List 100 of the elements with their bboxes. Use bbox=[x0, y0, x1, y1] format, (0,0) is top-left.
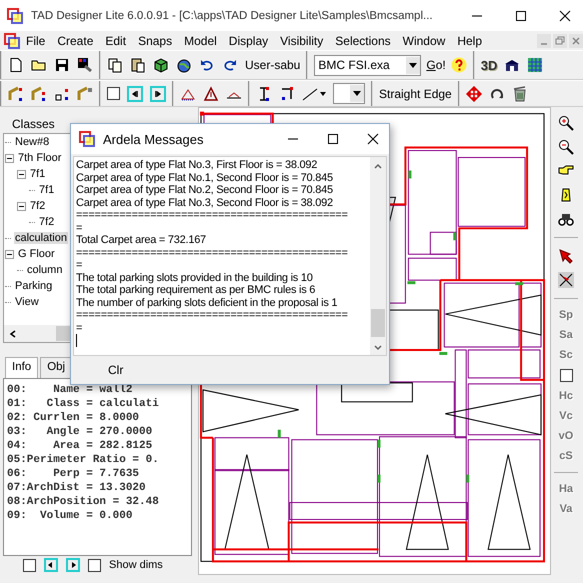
message-line: The total parking slots provided in the building is 10 bbox=[76, 272, 314, 284]
tool-button[interactable]: Sp bbox=[558, 309, 574, 321]
caret-icon bbox=[320, 92, 326, 96]
save-icon[interactable] bbox=[54, 57, 70, 73]
vertical-scrollbar[interactable] bbox=[370, 157, 386, 355]
clear-button[interactable]: Clr bbox=[104, 360, 128, 380]
app-logo-icon bbox=[79, 131, 95, 147]
restore-icon[interactable] bbox=[553, 34, 567, 48]
scroll-down-icon[interactable] bbox=[374, 345, 382, 351]
tool-button[interactable]: Sa bbox=[559, 329, 573, 341]
menu-item[interactable]: Model bbox=[178, 34, 223, 48]
help-icon[interactable] bbox=[450, 57, 467, 73]
view-3d-button[interactable]: 3D bbox=[480, 58, 498, 72]
tree-item[interactable]: 7f1 bbox=[38, 184, 56, 196]
house-icon[interactable] bbox=[504, 57, 520, 73]
tree-item[interactable]: View bbox=[14, 296, 40, 308]
scroll-up-icon[interactable] bbox=[374, 163, 382, 169]
checkbox[interactable] bbox=[107, 87, 120, 100]
zoom-in-icon[interactable] bbox=[558, 115, 574, 131]
globe-icon[interactable] bbox=[176, 57, 192, 73]
tree-item[interactable]: 7f2 bbox=[38, 216, 56, 228]
close-icon[interactable] bbox=[559, 10, 571, 22]
previous-button-icon[interactable] bbox=[44, 558, 58, 572]
maximize-icon[interactable] bbox=[515, 10, 527, 22]
menu-item[interactable]: Create bbox=[51, 34, 100, 48]
previous-button-icon[interactable] bbox=[127, 86, 143, 102]
paste-icon[interactable] bbox=[130, 57, 146, 73]
show-dims-checkbox[interactable] bbox=[88, 558, 101, 572]
property-line: 09: Volume = 0.000 bbox=[7, 509, 134, 523]
select-wall-icon[interactable] bbox=[77, 86, 93, 102]
message-line: ============================================ bbox=[76, 209, 349, 222]
tool-button[interactable]: Hc bbox=[558, 390, 574, 402]
window-title: Ardela Messages bbox=[103, 132, 204, 146]
caret-icon bbox=[353, 91, 361, 96]
undo-icon[interactable] bbox=[199, 57, 215, 73]
grid-icon[interactable] bbox=[527, 57, 544, 73]
maximize-icon[interactable] bbox=[327, 133, 339, 145]
menu-item[interactable]: Visibility bbox=[274, 34, 330, 48]
tree-item[interactable]: calculation bbox=[14, 232, 68, 244]
select-edge-icon[interactable] bbox=[31, 86, 47, 102]
tree-item[interactable]: column bbox=[26, 264, 64, 276]
menu-item[interactable]: Snaps bbox=[132, 34, 178, 48]
copy-icon[interactable] bbox=[107, 57, 123, 73]
document-icon bbox=[4, 32, 20, 48]
tool-button[interactable]: cS bbox=[559, 450, 573, 462]
menu-item[interactable]: Window bbox=[396, 34, 452, 48]
collapse-icon[interactable] bbox=[17, 170, 26, 178]
menu-item[interactable]: File bbox=[20, 34, 52, 48]
panel-title: Classes bbox=[11, 116, 55, 133]
user-script-button[interactable]: User-sabu bbox=[245, 58, 300, 72]
checkbox[interactable] bbox=[23, 558, 36, 572]
edge-mode-button[interactable]: Straight Edge bbox=[379, 86, 452, 100]
tool-button[interactable]: Vc bbox=[559, 410, 573, 422]
binoculars-icon[interactable] bbox=[558, 211, 574, 227]
panel-tab[interactable]: Obj bbox=[40, 357, 72, 378]
message-line: Carpet area of type Flat No.3, Second Floor is = 38.092 bbox=[76, 196, 334, 209]
menu-item[interactable]: Display bbox=[222, 34, 274, 48]
next-button-icon[interactable] bbox=[150, 86, 166, 102]
select-node-icon[interactable] bbox=[8, 86, 24, 102]
tool-button[interactable]: Va bbox=[560, 503, 572, 515]
triangle-icon[interactable] bbox=[203, 86, 219, 102]
tool-button[interactable]: vO bbox=[558, 430, 574, 442]
cancel-pointer-icon[interactable] bbox=[558, 272, 574, 288]
script-dropdown[interactable]: BMC FSI.exa bbox=[314, 54, 422, 76]
new-file-icon[interactable] bbox=[8, 57, 24, 73]
collapse-icon[interactable] bbox=[5, 250, 14, 258]
recycle-bin-icon[interactable] bbox=[512, 86, 528, 102]
line-weight-dropdown[interactable] bbox=[333, 83, 365, 104]
property-line: 02: Currlen = 8.0000 bbox=[7, 411, 140, 425]
tool-button[interactable]: Sc bbox=[559, 349, 573, 361]
move-icon[interactable] bbox=[466, 86, 482, 102]
next-button-icon[interactable] bbox=[66, 558, 80, 572]
pointer-arrow-icon[interactable] bbox=[558, 248, 574, 264]
corner-nodes-icon[interactable] bbox=[279, 86, 295, 102]
zoom-out-icon[interactable] bbox=[558, 139, 574, 155]
close-icon[interactable] bbox=[367, 133, 379, 145]
tree-item[interactable]: 7f1 bbox=[29, 168, 46, 180]
tree-item[interactable]: G Floor bbox=[17, 248, 56, 260]
line-style-button[interactable] bbox=[302, 86, 326, 102]
caret-icon bbox=[409, 62, 418, 68]
tree-item[interactable]: 7th Floor bbox=[17, 152, 62, 164]
tool-button[interactable]: Ha bbox=[558, 483, 574, 495]
go-button[interactable]: Go! bbox=[426, 58, 446, 72]
property-line: 08:ArchPosition = 32.48 bbox=[7, 495, 160, 509]
menu-item[interactable]: Help bbox=[451, 34, 488, 48]
tree-item[interactable]: Parking bbox=[14, 280, 54, 292]
tree-item[interactable]: 7f2 bbox=[29, 200, 46, 212]
properties-icon[interactable] bbox=[77, 57, 93, 73]
panel-tab[interactable]: Info bbox=[5, 357, 38, 378]
menu-item[interactable]: Edit bbox=[99, 34, 132, 48]
checkbox[interactable] bbox=[560, 369, 572, 382]
tree-item[interactable]: New#8 bbox=[14, 136, 50, 148]
collapse-icon[interactable] bbox=[5, 154, 14, 162]
message-line: Carpet area of type Flat No.3, First Floor is = 38.092 bbox=[76, 159, 318, 172]
collapse-icon[interactable] bbox=[17, 202, 26, 210]
menu-item[interactable]: Selections bbox=[329, 34, 397, 48]
scroll-thumb[interactable] bbox=[371, 309, 385, 337]
scroll-left-icon[interactable] bbox=[9, 330, 17, 338]
message-line: = bbox=[76, 322, 84, 334]
box-icon[interactable] bbox=[153, 57, 169, 73]
